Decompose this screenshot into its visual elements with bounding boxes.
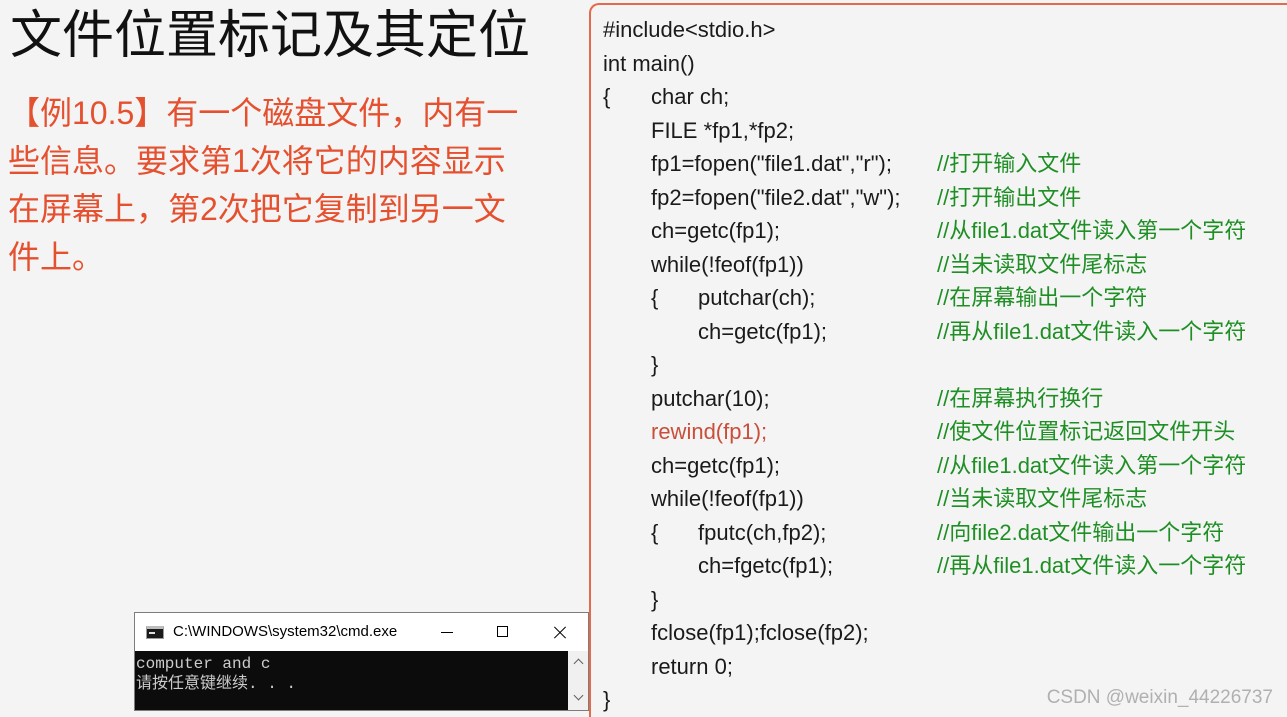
code-statement: ch=fgetc(fp1); xyxy=(698,553,834,578)
code-comment: //打开输入文件 xyxy=(937,151,1082,176)
code-line: #include<stdio.h> xyxy=(591,13,1287,47)
console-output: computer and c 请按任意键继续. . . xyxy=(136,654,296,694)
maximize-button[interactable] xyxy=(480,613,526,651)
code-statement: fp2=fopen("file2.dat","w"); xyxy=(651,184,901,210)
code-line: fp2=fopen("file2.dat","w"); //打开输出文件 xyxy=(591,181,1287,215)
code-line: } xyxy=(591,583,1287,617)
code-line: ch=getc(fp1); //再从file1.dat文件读入一个字符 xyxy=(591,315,1287,349)
console-line: 请按任意键继续. . . xyxy=(136,675,297,693)
example-line: 在屏幕上，第2次把它复制到另一文 xyxy=(8,191,506,227)
code-comment: //再从file1.dat文件读入一个字符 xyxy=(937,553,1247,578)
code-brace: { xyxy=(651,285,659,310)
cmd-title-bar[interactable]: C:\WINDOWS\system32\cmd.exe xyxy=(135,613,588,651)
code-panel: #include<stdio.h> int main() { char ch; … xyxy=(589,3,1287,717)
maximize-icon xyxy=(497,626,508,637)
code-listing: #include<stdio.h> int main() { char ch; … xyxy=(591,13,1287,717)
close-icon xyxy=(554,626,566,638)
code-brace: } xyxy=(603,687,611,712)
code-statement: while(!feof(fp1)) xyxy=(651,486,804,511)
cmd-icon[interactable] xyxy=(146,626,164,639)
code-brace: { xyxy=(603,84,611,109)
code-line: { putchar(ch); //在屏幕输出一个字符 xyxy=(591,281,1287,315)
code-line: while(!feof(fp1)) //当未读取文件尾标志 xyxy=(591,248,1287,282)
code-statement: ch=getc(fp1); xyxy=(651,452,781,478)
code-line: ch=fgetc(fp1); //再从file1.dat文件读入一个字符 xyxy=(591,549,1287,583)
code-statement: int main() xyxy=(603,50,695,76)
code-line: fclose(fp1);fclose(fp2); xyxy=(591,616,1287,650)
example-line: 【例10.5】有一个磁盘文件，内有一 xyxy=(8,95,519,131)
code-statement: FILE *fp1,*fp2; xyxy=(651,117,795,143)
code-line: ch=getc(fp1); //从file1.dat文件读入第一个字符 xyxy=(591,449,1287,483)
console-area[interactable]: computer and c 请按任意键继续. . . xyxy=(135,651,588,710)
code-comment: //再从file1.dat文件读入一个字符 xyxy=(937,318,1247,344)
example-line: 些信息。要求第1次将它的内容显示 xyxy=(8,143,506,179)
code-comment: //当未读取文件尾标志 xyxy=(937,251,1148,277)
example-line: 件上。 xyxy=(8,239,105,275)
code-brace: { xyxy=(651,519,659,545)
minimize-icon xyxy=(441,632,453,633)
code-comment: //打开输出文件 xyxy=(937,184,1082,210)
highlighted-code-statement: rewind(fp1); xyxy=(651,419,768,444)
example-description: 【例10.5】有一个磁盘文件，内有一 些信息。要求第1次将它的内容显示 在屏幕上… xyxy=(8,89,568,281)
minimize-button[interactable] xyxy=(424,613,470,651)
code-comment: //使文件位置标记返回文件开头 xyxy=(937,419,1236,444)
code-statement: #include<stdio.h> xyxy=(603,17,776,42)
slide-title: 文件位置标记及其定位 xyxy=(10,7,531,65)
code-statement: fputc(ch,fp2); xyxy=(698,519,827,545)
code-statement: fclose(fp1);fclose(fp2); xyxy=(651,620,869,645)
code-line: putchar(10); //在屏幕执行换行 xyxy=(591,382,1287,416)
code-statement: while(!feof(fp1)) xyxy=(651,251,804,277)
code-statement: char ch; xyxy=(651,84,730,109)
code-statement: fp1=fopen("file1.dat","r"); xyxy=(651,151,892,176)
code-statement: ch=getc(fp1); xyxy=(698,318,828,344)
watermark: CSDN @weixin_44226737 xyxy=(1046,687,1273,708)
console-scrollbar[interactable] xyxy=(568,651,588,710)
code-line: FILE *fp1,*fp2; xyxy=(591,114,1287,148)
close-button[interactable] xyxy=(537,613,583,651)
code-line: int main() xyxy=(591,47,1287,81)
code-comment: //在屏幕输出一个字符 xyxy=(937,285,1148,310)
code-statement: putchar(10); xyxy=(651,385,770,411)
code-line: } xyxy=(591,348,1287,382)
cmd-window-title: C:\WINDOWS\system32\cmd.exe xyxy=(173,623,398,640)
code-line: { fputc(ch,fp2); //向file2.dat文件输出一个字符 xyxy=(591,516,1287,550)
code-comment: //向file2.dat文件输出一个字符 xyxy=(937,519,1225,545)
console-line: computer and c xyxy=(136,655,271,673)
code-comment: //从file1.dat文件读入第一个字符 xyxy=(937,218,1247,243)
scroll-up-arrow-icon[interactable] xyxy=(573,658,584,669)
code-statement: return 0; xyxy=(651,653,733,679)
cmd-window: C:\WINDOWS\system32\cmd.exe computer and… xyxy=(134,612,589,711)
code-comment: //在屏幕执行换行 xyxy=(937,385,1104,411)
code-comment: //当未读取文件尾标志 xyxy=(937,486,1148,511)
code-line: return 0; xyxy=(591,650,1287,684)
code-statement: ch=getc(fp1); xyxy=(651,218,781,243)
code-brace: } xyxy=(651,586,659,612)
code-line: { char ch; xyxy=(591,80,1287,114)
code-line: fp1=fopen("file1.dat","r"); //打开输入文件 xyxy=(591,147,1287,181)
code-comment: //从file1.dat文件读入第一个字符 xyxy=(937,452,1247,478)
code-statement: putchar(ch); xyxy=(698,285,816,310)
code-line: rewind(fp1); //使文件位置标记返回文件开头 xyxy=(591,415,1287,449)
code-brace: } xyxy=(651,352,659,377)
code-line: ch=getc(fp1); //从file1.dat文件读入第一个字符 xyxy=(591,214,1287,248)
code-line: while(!feof(fp1)) //当未读取文件尾标志 xyxy=(591,482,1287,516)
scroll-down-arrow-icon[interactable] xyxy=(573,690,584,701)
